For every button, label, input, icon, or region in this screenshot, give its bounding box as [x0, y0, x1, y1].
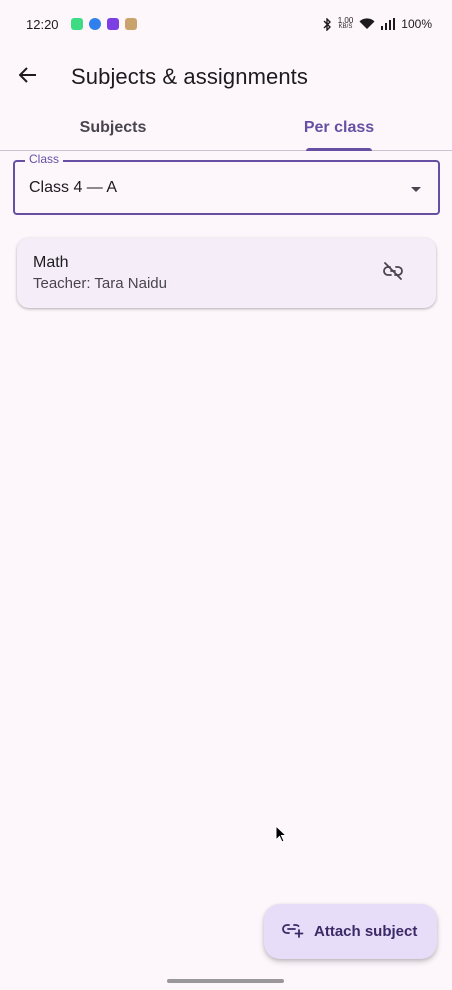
assignment-card: Math Teacher: Tara Naidu — [17, 238, 436, 308]
assignment-subject: Math — [33, 254, 69, 271]
bluetooth-icon — [322, 17, 332, 31]
notification-app-icon — [88, 18, 101, 30]
network-speed: 1.00 KB/S — [338, 17, 354, 31]
battery-level: 100% — [401, 17, 432, 31]
notification-app-icon — [106, 18, 119, 30]
attach-subject-button[interactable]: Attach subject — [264, 904, 437, 959]
back-button[interactable] — [4, 53, 52, 101]
network-speed-value: 1.00 — [337, 16, 354, 25]
arrow-back-icon — [18, 66, 37, 89]
network-speed-unit: KB/S — [338, 24, 353, 30]
link-off-icon — [382, 260, 404, 287]
signal-icon — [381, 18, 396, 30]
assignment-card-text: Math Teacher: Tara Naidu — [33, 254, 167, 292]
dropdown-arrow-icon — [411, 179, 421, 197]
status-time: 12:20 — [26, 16, 59, 32]
tab-bar: Subjects Per class — [0, 106, 452, 151]
status-bar: 12:20 1.00 KB/S 100% — [0, 0, 452, 48]
status-bar-right: 1.00 KB/S 100% — [322, 17, 432, 31]
class-select[interactable]: Class Class 4 — A — [13, 152, 440, 215]
unlink-button[interactable] — [371, 251, 415, 295]
tab-subjects[interactable]: Subjects — [0, 106, 226, 150]
add-link-icon — [282, 922, 304, 942]
assignment-teacher: Teacher: Tara Naidu — [33, 275, 167, 292]
wifi-icon — [359, 18, 375, 30]
notification-app-icon — [70, 18, 83, 30]
mouse-cursor-icon — [275, 824, 288, 848]
class-select-label: Class — [25, 152, 64, 166]
top-app-bar: Subjects & assignments — [0, 48, 452, 106]
attach-subject-label: Attach subject — [314, 923, 418, 940]
home-indicator[interactable] — [167, 979, 284, 983]
notification-app-icon — [124, 18, 137, 30]
tab-per-class[interactable]: Per class — [226, 106, 452, 150]
page-title: Subjects & assignments — [71, 64, 308, 89]
class-select-value: Class 4 — A — [29, 178, 118, 196]
status-bar-left: 12:20 — [26, 17, 137, 32]
